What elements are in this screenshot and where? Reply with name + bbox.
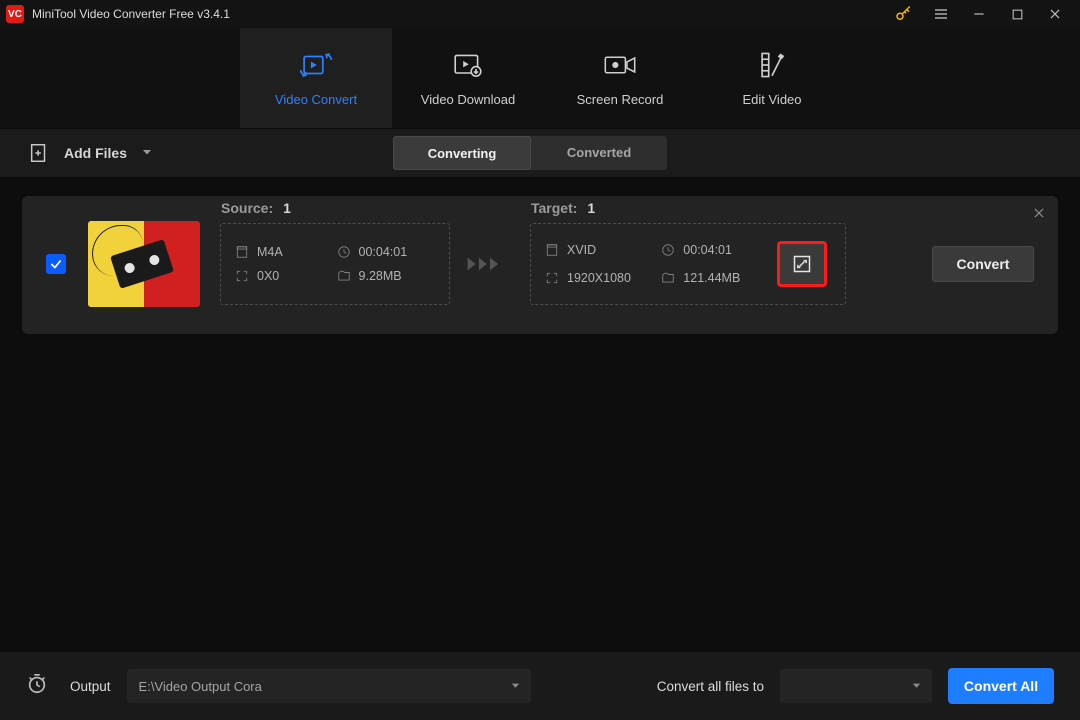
tab-converting[interactable]: Converting — [393, 136, 531, 170]
convert-icon — [299, 50, 333, 80]
record-icon — [603, 50, 637, 80]
target-resolution: 1920X1080 — [545, 269, 635, 287]
tab-converted[interactable]: Converted — [531, 136, 667, 168]
chevron-down-icon — [141, 145, 153, 161]
edit-video-icon — [757, 50, 787, 80]
main-tabs: Video Convert Video Download Screen Reco… — [0, 28, 1080, 128]
add-file-icon — [28, 142, 50, 164]
tab-video-convert[interactable]: Video Convert — [240, 28, 392, 128]
download-icon — [452, 50, 484, 80]
target-info: Target: 1 XVID 00:04:01 — [530, 223, 846, 305]
file-list: Source: 1 M4A 00:04:01 0X0 9.28MB — [0, 178, 1080, 652]
close-button[interactable] — [1036, 0, 1074, 28]
target-settings-button[interactable] — [777, 241, 827, 287]
output-label: Output — [70, 679, 111, 694]
target-format-select[interactable] — [780, 669, 932, 703]
menu-icon[interactable] — [922, 0, 960, 28]
remove-item-button[interactable] — [1032, 206, 1046, 225]
titlebar: VC MiniTool Video Converter Free v3.4.1 — [0, 0, 1080, 28]
target-format: XVID — [545, 241, 635, 259]
target-duration: 00:04:01 — [661, 241, 744, 259]
status-segmented: Converting Converted — [393, 136, 667, 170]
tab-video-download[interactable]: Video Download — [392, 28, 544, 128]
tab-label: Screen Record — [577, 92, 664, 107]
convert-all-to-label: Convert all files to — [657, 679, 764, 694]
source-resolution: 0X0 — [235, 269, 311, 283]
tab-label: Edit Video — [742, 92, 801, 107]
tab-label: Video Convert — [275, 92, 357, 107]
video-thumbnail[interactable] — [88, 221, 200, 307]
item-checkbox[interactable] — [46, 254, 66, 274]
source-format: M4A — [235, 245, 311, 259]
tab-screen-record[interactable]: Screen Record — [544, 28, 696, 128]
target-label: Target: 1 — [531, 200, 595, 216]
target-size: 121.44MB — [661, 269, 744, 287]
source-duration: 00:04:01 — [337, 245, 435, 259]
app-title: MiniTool Video Converter Free v3.4.1 — [32, 7, 230, 21]
chevron-down-icon — [911, 679, 922, 694]
convert-all-button[interactable]: Convert All — [948, 668, 1054, 704]
tab-edit-video[interactable]: Edit Video — [696, 28, 848, 128]
source-label: Source: 1 — [221, 200, 291, 216]
footer: Output E:\Video Output Cora Convert all … — [0, 652, 1080, 720]
schedule-icon[interactable] — [26, 673, 48, 700]
maximize-button[interactable] — [998, 0, 1036, 28]
convert-button[interactable]: Convert — [932, 246, 1034, 282]
file-card: Source: 1 M4A 00:04:01 0X0 9.28MB — [22, 196, 1058, 334]
add-files-button[interactable]: Add Files — [28, 142, 153, 164]
add-files-label: Add Files — [64, 145, 127, 161]
upgrade-key-icon[interactable] — [884, 0, 922, 28]
chevron-down-icon — [510, 679, 521, 694]
source-info: Source: 1 M4A 00:04:01 0X0 9.28MB — [220, 223, 450, 305]
source-size: 9.28MB — [337, 269, 435, 283]
app-logo: VC — [6, 5, 24, 23]
tab-label: Video Download — [421, 92, 515, 107]
output-path-value: E:\Video Output Cora — [139, 679, 262, 694]
minimize-button[interactable] — [960, 0, 998, 28]
toolbar: Add Files Converting Converted — [0, 128, 1080, 178]
output-path-select[interactable]: E:\Video Output Cora — [127, 669, 531, 703]
arrow-icon — [466, 253, 514, 275]
